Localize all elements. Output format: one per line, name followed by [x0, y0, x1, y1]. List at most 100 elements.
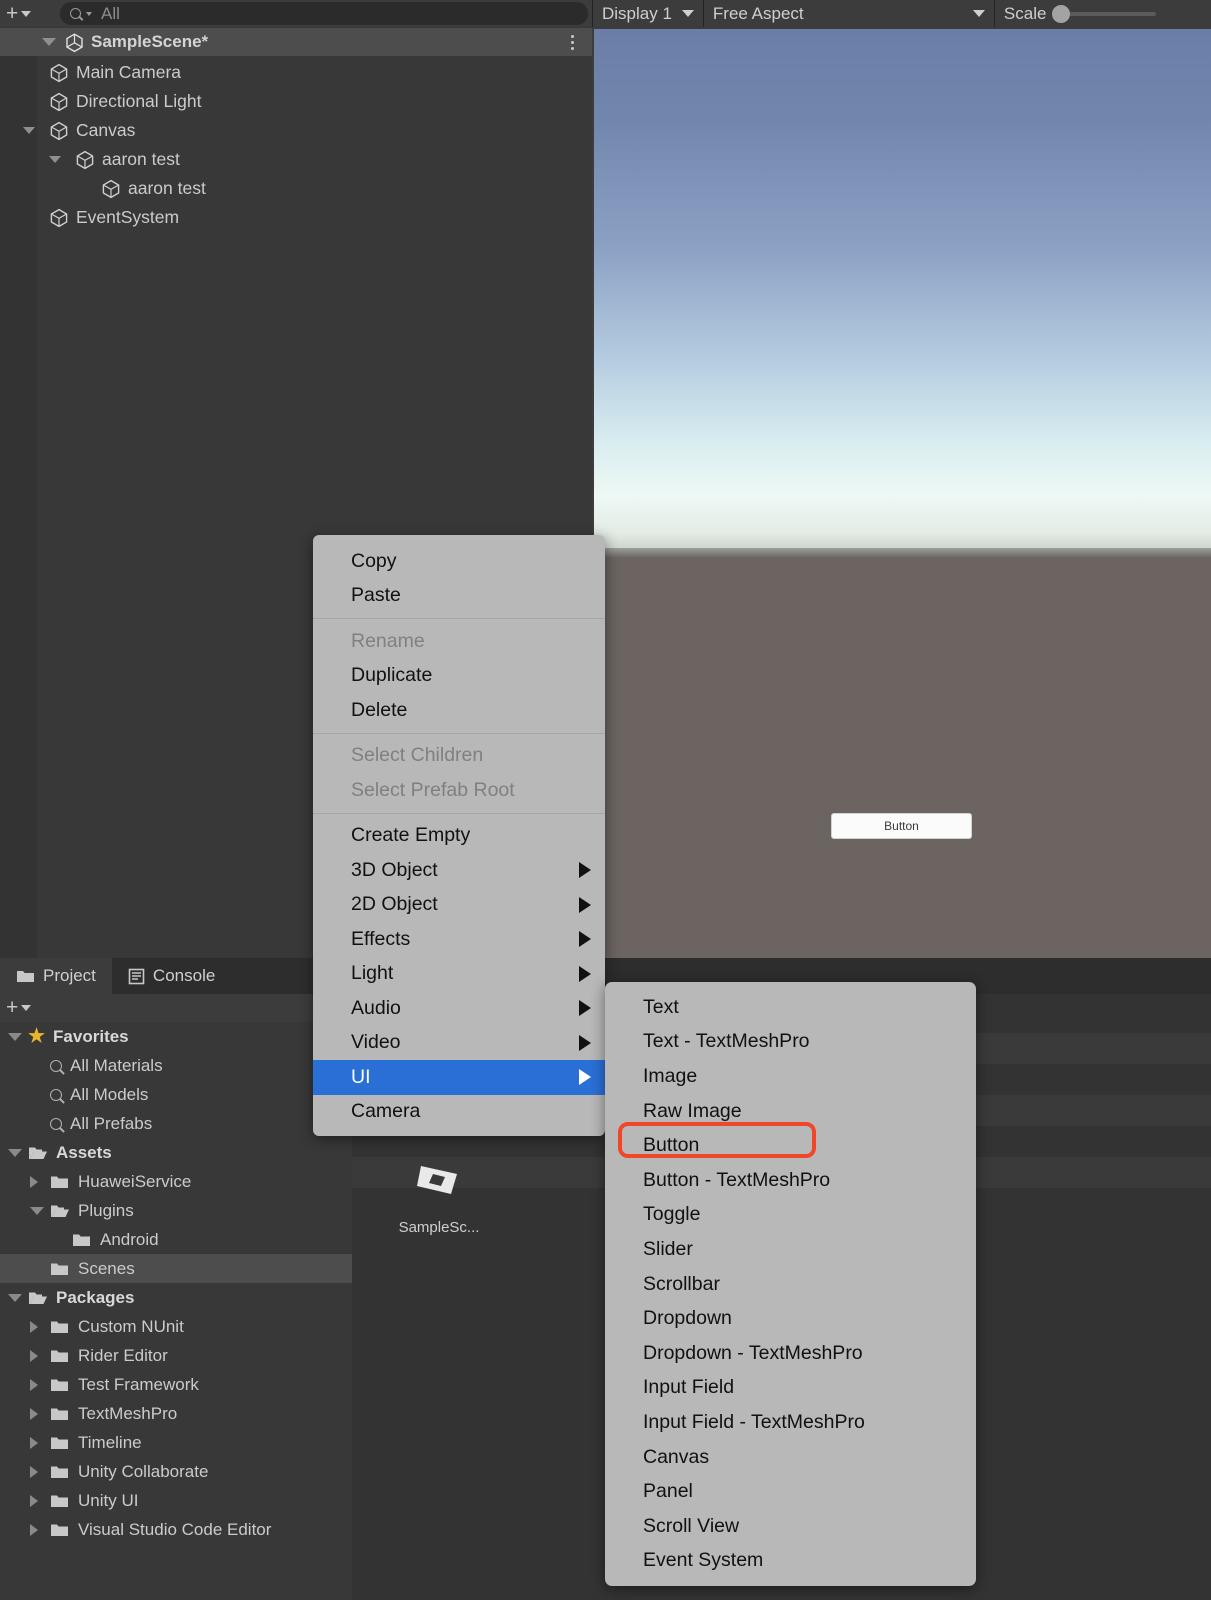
- hierarchy-context-menu[interactable]: Copy Paste Rename Duplicate Delete Select Chi…: [313, 535, 605, 1136]
- expand-triangle-icon[interactable]: [30, 1465, 38, 1478]
- ui-submenu-item-label: Canvas: [643, 1445, 710, 1468]
- expand-triangle-icon[interactable]: [30, 1320, 38, 1333]
- menu-item-video[interactable]: Video: [313, 1026, 605, 1061]
- game-view-render[interactable]: Button: [594, 29, 1211, 958]
- menu-item-create-empty[interactable]: Create Empty: [313, 819, 605, 854]
- menu-item-camera[interactable]: Camera: [313, 1095, 605, 1130]
- menu-item-light[interactable]: Light: [313, 957, 605, 992]
- ui-submenu-item-scroll-view[interactable]: Scroll View: [605, 1509, 976, 1544]
- expand-triangle-icon[interactable]: [30, 1175, 38, 1188]
- project-item-unity-collaborate[interactable]: Unity Collaborate: [0, 1457, 352, 1486]
- hierarchy-item-main-camera[interactable]: Main Camera: [0, 58, 181, 87]
- menu-item-delete[interactable]: Delete: [313, 693, 605, 728]
- menu-item-2d-object[interactable]: 2D Object: [313, 888, 605, 923]
- ui-submenu-item-text-textmeshpro[interactable]: Text - TextMeshPro: [605, 1025, 976, 1060]
- hierarchy-scene-row[interactable]: SampleScene*: [0, 28, 592, 56]
- collapse-triangle-icon[interactable]: [8, 1148, 22, 1157]
- project-item-all-models[interactable]: All Models: [0, 1080, 352, 1109]
- aspect-dropdown[interactable]: Free Aspect: [704, 0, 994, 27]
- project-item-test-framework[interactable]: Test Framework: [0, 1370, 352, 1399]
- ui-submenu-item-button[interactable]: Button: [605, 1128, 976, 1163]
- expand-triangle-icon[interactable]: [49, 156, 61, 163]
- expand-triangle-icon[interactable]: [30, 1523, 38, 1536]
- ui-submenu-item-raw-image[interactable]: Raw Image: [605, 1094, 976, 1129]
- hierarchy-item-eventsystem[interactable]: EventSystem: [0, 203, 179, 232]
- expand-triangle-icon[interactable]: [30, 1378, 38, 1391]
- expand-triangle-icon[interactable]: [30, 1494, 38, 1507]
- display-dropdown[interactable]: Display 1: [593, 0, 703, 27]
- menu-item-3d-object[interactable]: 3D Object: [313, 853, 605, 888]
- expand-triangle-icon[interactable]: [30, 1436, 38, 1449]
- submenu-arrow-icon: [579, 1069, 591, 1086]
- add-gameobject-button[interactable]: +: [4, 3, 37, 25]
- tab-console[interactable]: Console: [112, 958, 231, 994]
- ui-submenu-item-dropdown-textmeshpro[interactable]: Dropdown - TextMeshPro: [605, 1336, 976, 1371]
- hierarchy-item-directional-light[interactable]: Directional Light: [0, 87, 201, 116]
- ui-submenu-item-event-system[interactable]: Event System: [605, 1544, 976, 1579]
- ui-submenu-item-toggle[interactable]: Toggle: [605, 1198, 976, 1233]
- collapse-triangle-icon[interactable]: [8, 1293, 22, 1302]
- asset-item-samplescene[interactable]: SampleSc...: [384, 1160, 494, 1236]
- expand-triangle-icon[interactable]: [23, 127, 35, 134]
- ui-submenu-item-label: Image: [643, 1064, 698, 1087]
- project-item-custom-nunit[interactable]: Custom NUnit: [0, 1312, 352, 1341]
- menu-item-paste[interactable]: Paste: [313, 579, 605, 614]
- hierarchy-item-aaron-test[interactable]: aaron test: [0, 174, 206, 203]
- ingame-button[interactable]: Button: [831, 813, 972, 839]
- project-item-all-prefabs[interactable]: All Prefabs: [0, 1109, 352, 1138]
- display-label: Display 1: [602, 3, 672, 23]
- project-item-scenes[interactable]: Scenes: [0, 1254, 352, 1283]
- project-item-assets[interactable]: Assets: [0, 1138, 352, 1167]
- create-asset-button[interactable]: +: [4, 997, 37, 1019]
- project-item-huaweiservice[interactable]: HuaweiService: [0, 1167, 352, 1196]
- scale-slider[interactable]: [1052, 4, 1157, 23]
- ui-submenu-item-slider[interactable]: Slider: [605, 1232, 976, 1267]
- ui-submenu-item-canvas[interactable]: Canvas: [605, 1440, 976, 1475]
- menu-separator: [313, 732, 605, 734]
- hierarchy-item-canvas[interactable]: Canvas: [0, 116, 135, 145]
- ui-submenu-item-image[interactable]: Image: [605, 1059, 976, 1094]
- project-item-rider-editor[interactable]: Rider Editor: [0, 1341, 352, 1370]
- menu-item-label: Effects: [351, 927, 411, 950]
- project-item-label: HuaweiService: [78, 1171, 192, 1191]
- project-item-textmeshpro[interactable]: TextMeshPro: [0, 1399, 352, 1428]
- scene-expand-triangle-icon[interactable]: [42, 38, 56, 46]
- star-icon: ★: [28, 1026, 46, 1047]
- project-item-label: Scenes: [78, 1258, 135, 1278]
- project-item-android[interactable]: Android: [0, 1225, 352, 1254]
- expand-triangle-icon[interactable]: [30, 1407, 38, 1420]
- project-item-visual-studio-code-editor[interactable]: Visual Studio Code Editor: [0, 1515, 352, 1544]
- menu-item-effects[interactable]: Effects: [313, 922, 605, 957]
- gameobject-cube-icon: [50, 92, 68, 111]
- project-item-packages[interactable]: Packages: [0, 1283, 352, 1312]
- scene-name-label: SampleScene*: [91, 32, 209, 51]
- collapse-triangle-icon[interactable]: [8, 1032, 22, 1041]
- hierarchy-item-aaron-test[interactable]: aaron test: [0, 145, 180, 174]
- scale-slider-knob[interactable]: [1052, 4, 1071, 23]
- tab-project[interactable]: Project: [0, 958, 112, 994]
- menu-item-copy[interactable]: Copy: [313, 544, 605, 579]
- ui-submenu-item-text[interactable]: Text: [605, 990, 976, 1025]
- ui-submenu-item-input-field[interactable]: Input Field: [605, 1371, 976, 1406]
- menu-item-audio[interactable]: Audio: [313, 991, 605, 1026]
- scale-control[interactable]: Scale: [995, 0, 1166, 27]
- project-item-unity-ui[interactable]: Unity UI: [0, 1486, 352, 1515]
- project-item-label: Android: [100, 1229, 159, 1249]
- ui-submenu[interactable]: Text Text - TextMeshPro Image Raw Image Butt…: [605, 982, 976, 1587]
- project-item-plugins[interactable]: Plugins: [0, 1196, 352, 1225]
- project-item-timeline[interactable]: Timeline: [0, 1428, 352, 1457]
- ui-submenu-item-button-textmeshpro[interactable]: Button - TextMeshPro: [605, 1163, 976, 1198]
- ui-submenu-item-dropdown[interactable]: Dropdown: [605, 1301, 976, 1336]
- hierarchy-search-input[interactable]: All: [60, 2, 588, 25]
- ui-submenu-item-input-field-textmeshpro[interactable]: Input Field - TextMeshPro: [605, 1405, 976, 1440]
- ui-submenu-item-scrollbar[interactable]: Scrollbar: [605, 1267, 976, 1302]
- menu-item-duplicate[interactable]: Duplicate: [313, 659, 605, 694]
- ui-submenu-item-panel[interactable]: Panel: [605, 1474, 976, 1509]
- project-item-all-materials[interactable]: All Materials: [0, 1051, 352, 1080]
- collapse-triangle-icon[interactable]: [30, 1206, 44, 1215]
- menu-item-ui[interactable]: UI: [313, 1060, 605, 1095]
- menu-item-label: Audio: [351, 996, 401, 1019]
- expand-triangle-icon[interactable]: [30, 1349, 38, 1362]
- kebab-menu-icon[interactable]: [571, 35, 574, 50]
- project-item-favorites[interactable]: ★ Favorites: [0, 1022, 352, 1051]
